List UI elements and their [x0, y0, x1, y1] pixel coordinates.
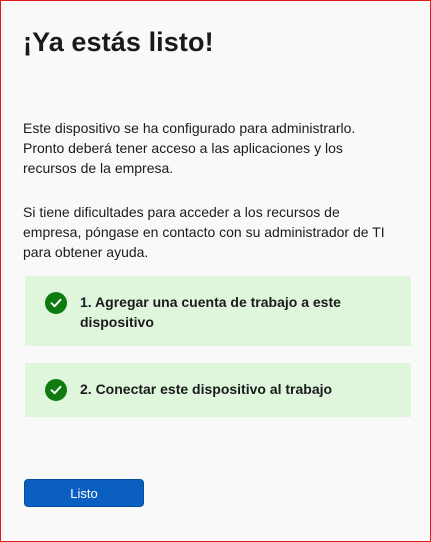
setup-complete-dialog: ¡Ya estás listo! Este dispositivo se ha …	[0, 0, 431, 542]
step-add-work-account: 1. Agregar una cuenta de trabajo a este …	[25, 276, 411, 346]
step-label: 1. Agregar una cuenta de trabajo a este …	[80, 294, 341, 330]
checkmark-circle-icon	[45, 379, 67, 401]
step-connect-device: 2. Conectar este dispositivo al trabajo	[25, 363, 411, 417]
help-message: Si tiene dificultades para acceder a los…	[23, 204, 385, 260]
checkmark-circle-icon	[45, 292, 67, 314]
step-label: 2. Conectar este dispositivo al trabajo	[80, 381, 333, 397]
page-title: ¡Ya estás listo!	[23, 27, 214, 57]
device-configured-message: Este dispositivo se ha configurado para …	[23, 120, 356, 176]
done-button[interactable]: Listo	[24, 479, 144, 507]
